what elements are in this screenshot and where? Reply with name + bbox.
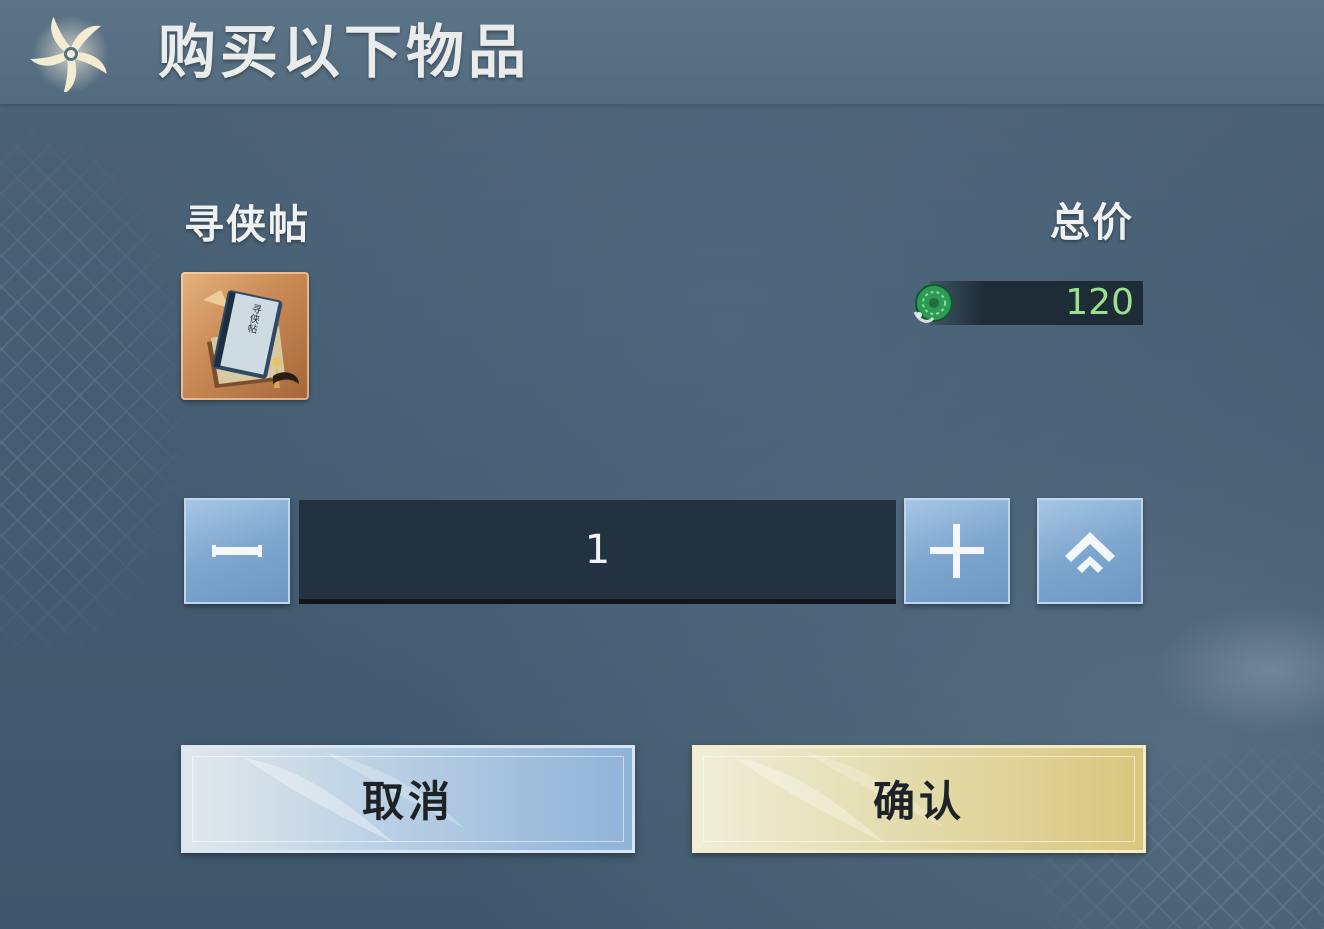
plus-icon <box>930 524 984 578</box>
double-chevron-up-icon <box>1065 532 1115 573</box>
max-quantity-button[interactable] <box>1037 498 1143 604</box>
increase-quantity-button[interactable] <box>904 498 1010 604</box>
pinwheel-logo-icon <box>30 16 109 92</box>
confirm-button-label: 确认 <box>872 777 965 826</box>
decrease-quantity-button[interactable] <box>184 498 290 604</box>
minus-icon <box>212 545 262 557</box>
book-scroll-icon: 寻侠帖 <box>203 290 299 388</box>
dialog-title: 购买以下物品 <box>158 18 531 86</box>
background-cloud <box>1144 600 1324 740</box>
dialog-header: 购买以下物品 <box>0 0 1324 104</box>
total-price-label: 总价 <box>1050 199 1134 246</box>
item-icon[interactable]: 寻侠帖 <box>181 272 309 400</box>
confirm-button[interactable]: 确认 <box>692 745 1146 853</box>
total-price-value: 120 <box>1065 282 1134 323</box>
item-name: 寻侠帖 <box>184 201 310 248</box>
background-pattern-left <box>0 120 190 660</box>
cancel-button-label: 取消 <box>361 777 454 826</box>
cancel-button[interactable]: 取消 <box>181 745 635 853</box>
jade-coin-icon <box>913 284 953 323</box>
quantity-input[interactable]: 1 <box>299 500 896 604</box>
